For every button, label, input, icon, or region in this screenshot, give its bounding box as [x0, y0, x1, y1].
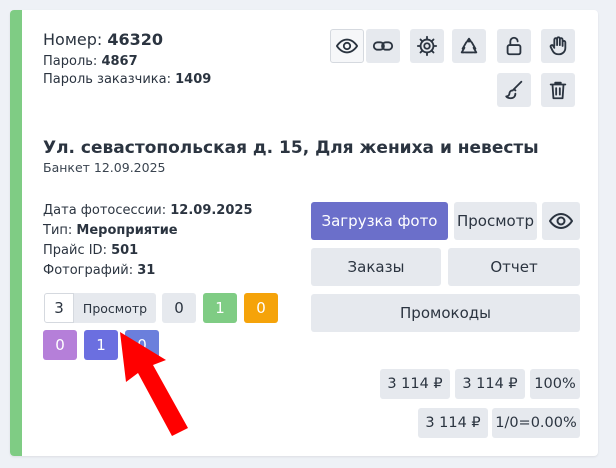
price-extra: 3 114 ₽ [418, 408, 488, 438]
eye-icon [336, 38, 358, 54]
price-ratio: 1/0=0.00% [492, 408, 580, 438]
event-subtitle: Банкет 12.09.2025 [43, 160, 166, 175]
eye-icon-button[interactable] [330, 29, 364, 63]
hand-button[interactable] [541, 29, 575, 63]
preview-eye-button[interactable] [542, 202, 580, 240]
photosession-card: Номер: 46320 Пароль: 4867 Пароль заказчи… [10, 10, 598, 456]
view-button[interactable]: Просмотр [454, 202, 537, 240]
price-paid: 3 114 ₽ [455, 369, 525, 399]
client-password: Пароль заказчика: 1409 [43, 72, 212, 87]
delete-button[interactable] [541, 73, 575, 107]
eye-icon [549, 212, 573, 230]
order-number: Номер: 46320 [43, 30, 164, 49]
quantity-view-button[interactable]: Просмотр [74, 293, 156, 323]
upload-photos-button[interactable]: Загрузка фото [311, 202, 448, 240]
settings-button[interactable] [410, 29, 444, 63]
badge: 0 [43, 330, 77, 360]
session-date: Дата фотосессии: 12.09.2025 [43, 203, 253, 218]
photos-count: Фотографий: 31 [43, 263, 156, 278]
hand-icon [549, 36, 567, 56]
badge: 0 [244, 293, 278, 323]
event-title: Ул. севастопольская д. 15, Для жениха и … [43, 138, 539, 158]
price-total: 3 114 ₽ [380, 369, 450, 399]
orders-button[interactable]: Заказы [311, 248, 441, 286]
order-number-value: 46320 [107, 30, 164, 49]
order-password: Пароль: 4867 [43, 54, 138, 69]
badge: 0 [162, 293, 196, 323]
quantity-input[interactable]: 3 [44, 293, 74, 323]
brush-button[interactable] [497, 73, 531, 107]
brush-icon [505, 80, 523, 100]
red-arrow-annotation [120, 332, 188, 436]
trash-icon [549, 81, 567, 100]
badge: 1 [203, 293, 237, 323]
arrow-shape [120, 332, 188, 436]
price-id: Прайс ID: 501 [43, 243, 139, 258]
recycle-button[interactable] [452, 29, 486, 63]
recycle-icon [460, 37, 478, 54]
status-accent-bar [10, 10, 22, 456]
session-type: Тип: Мероприятие [43, 223, 178, 238]
promocodes-button[interactable]: Промокоды [311, 294, 580, 332]
report-button[interactable]: Отчет [448, 248, 580, 286]
unlock-button[interactable] [497, 29, 531, 63]
gear-icon [416, 35, 438, 57]
badge: 1 [84, 330, 118, 360]
unlock-icon [506, 36, 522, 56]
price-percent: 100% [530, 369, 580, 399]
link-icon-button[interactable] [366, 29, 400, 63]
link-icon [372, 41, 394, 51]
